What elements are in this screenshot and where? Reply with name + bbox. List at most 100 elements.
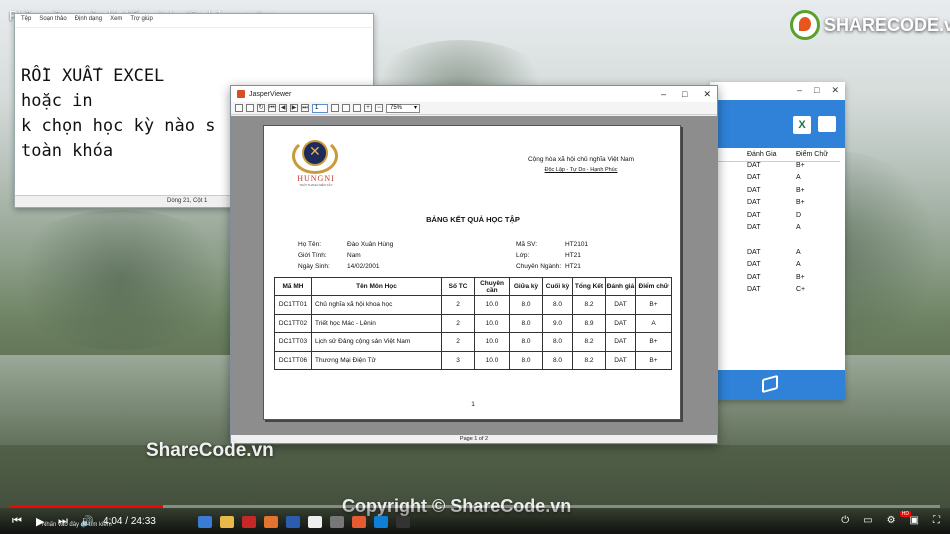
- reload-icon[interactable]: ↻: [257, 104, 265, 112]
- table-row[interactable]: DAT B+: [710, 199, 840, 211]
- column-header: Tên Môn Học: [311, 277, 442, 296]
- table-row[interactable]: DAT B+: [710, 187, 840, 199]
- notepad-menubar: Tệp Soạn thảo Định dạng Xem Trợ giúp: [15, 14, 373, 28]
- cell-letter-grade: D: [796, 211, 802, 219]
- table-row[interactable]: DAT A: [710, 174, 840, 186]
- fullscreen-icon[interactable]: ⛶: [933, 515, 940, 526]
- report-canvas[interactable]: HUNGNI THỜI THANH NIÊN XÂY Cộng hòa xã h…: [231, 116, 717, 435]
- print-icon[interactable]: [246, 104, 254, 112]
- nation-heading: Cộng hòa xã hội chủ nghĩa Việt Nam: [527, 156, 635, 163]
- next-page-icon[interactable]: ▶: [290, 104, 298, 112]
- cell-letter-grade: A: [635, 313, 672, 334]
- cell-evaluation: DAT: [747, 285, 761, 293]
- table-row[interactable]: [710, 236, 840, 248]
- previous-icon[interactable]: ⏮: [12, 515, 22, 528]
- table-row[interactable]: DAT B+: [710, 274, 840, 286]
- close-icon[interactable]: ✕: [831, 85, 839, 97]
- name-label: Họ Tên:: [298, 241, 322, 248]
- actual-size-icon[interactable]: [331, 104, 339, 112]
- cell-letter-grade: C+: [796, 285, 806, 293]
- captions-icon[interactable]: ▭: [863, 515, 872, 526]
- table-row[interactable]: DAT A: [710, 224, 840, 236]
- cell-course-name: Triết học Mác - Lênin: [311, 313, 442, 334]
- nation-motto: Độc Lập - Tự Do - Hạnh Phúc: [544, 167, 618, 173]
- table-row[interactable]: DAT B+: [710, 162, 840, 174]
- column-header: Mã MH: [274, 277, 312, 296]
- sharecode-brand: SHARECODE.vn: [790, 10, 950, 40]
- cell-evaluation: DAT: [605, 295, 636, 315]
- grades-table: Mã MH Tên Môn Học Số TC Chuyên cần Giữa …: [274, 277, 672, 371]
- dob-label: Ngày Sinh:: [298, 263, 330, 270]
- save-icon[interactable]: [235, 104, 243, 112]
- app-icon: [352, 516, 366, 528]
- maximize-icon[interactable]: □: [814, 85, 819, 97]
- cell-evaluation: DAT: [747, 174, 761, 182]
- column-header-letter-grade[interactable]: Điểm Chữ: [784, 151, 840, 161]
- cell-final: 8.0: [542, 332, 573, 352]
- excel-export-icon[interactable]: X: [793, 116, 811, 134]
- school-logo: HUNGNI THỜI THANH NIÊN XÂY: [288, 136, 344, 187]
- menu-help[interactable]: Trợ giúp: [130, 16, 152, 25]
- report-title: BẢNG KẾT QUẢ HỌC TẬP: [426, 215, 520, 224]
- menu-format[interactable]: Định dạng: [75, 16, 102, 25]
- name-value: Đào Xuân Hùng: [347, 241, 394, 248]
- cell-evaluation: DAT: [747, 273, 761, 281]
- fit-page-icon[interactable]: [342, 104, 350, 112]
- layers-icon[interactable]: [762, 374, 778, 394]
- miniplayer-icon[interactable]: ▣: [910, 515, 919, 526]
- cell-attendance: 10.0: [474, 350, 510, 371]
- grades-app-window: – □ ✕ X Đánh Gia Điểm Chữ DAT B+ DAT A DAT…: [710, 82, 845, 400]
- table-row[interactable]: DAT C+: [710, 286, 840, 298]
- cell-credits: 2: [441, 332, 475, 352]
- cell-credits: 2: [441, 295, 475, 315]
- column-header: Điểm chữ: [635, 277, 672, 296]
- taskbar-icons: [198, 516, 410, 528]
- maximize-icon[interactable]: □: [682, 89, 687, 100]
- taskbar-search-hint: Nhấn vào đây để tìm kiếm: [42, 522, 112, 528]
- app-icon: [242, 516, 256, 528]
- zoom-in-icon[interactable]: +: [364, 104, 372, 112]
- hd-badge: HD: [899, 511, 911, 517]
- table-row[interactable]: DAT A: [710, 249, 840, 261]
- menu-view[interactable]: Xem: [110, 16, 122, 25]
- autoplay-toggle-icon[interactable]: ⏻: [841, 515, 849, 526]
- gender-value: Nam: [347, 252, 361, 259]
- cell-course-name: Chủ nghĩa xã hội khoa học: [311, 295, 442, 315]
- app-icon: [330, 516, 344, 528]
- grades-table-header: Mã MH Tên Môn Học Số TC Chuyên cần Giữa …: [274, 277, 672, 296]
- settings-icon[interactable]: ⚙: [887, 515, 896, 526]
- column-header: Đánh giá: [605, 277, 636, 296]
- minimize-icon[interactable]: –: [797, 85, 802, 97]
- cell-letter-grade: B+: [635, 332, 672, 352]
- cell-attendance: 10.0: [474, 313, 510, 334]
- zoom-out-icon[interactable]: −: [375, 104, 383, 112]
- cell-total: 8.2: [572, 350, 606, 371]
- page-number-input[interactable]: 1: [312, 103, 328, 113]
- cell-total: 8.2: [572, 295, 606, 315]
- print-icon[interactable]: [818, 116, 836, 132]
- previous-page-icon[interactable]: ◀: [279, 104, 287, 112]
- cell-letter-grade: [784, 236, 840, 248]
- cell-evaluation: DAT: [747, 211, 761, 219]
- minimize-icon[interactable]: –: [661, 89, 666, 100]
- table-row: DC1TT01 Chủ nghĩa xã hội khoa học 2 10.0…: [274, 295, 672, 315]
- first-page-icon[interactable]: ⏮: [268, 104, 276, 112]
- cell-evaluation: [722, 236, 784, 248]
- table-row[interactable]: DAT A: [710, 261, 840, 273]
- cell-evaluation: DAT: [747, 261, 761, 269]
- zoom-select[interactable]: 75%: [386, 103, 420, 113]
- report-page: HUNGNI THỜI THANH NIÊN XÂY Cộng hòa xã h…: [263, 125, 681, 420]
- menu-file[interactable]: Tệp: [21, 16, 31, 25]
- column-header-evaluation[interactable]: Đánh Gia: [722, 151, 784, 161]
- menu-edit[interactable]: Soạn thảo: [39, 16, 66, 25]
- sharecode-logo-icon: [790, 10, 820, 40]
- app-icon: [198, 516, 212, 528]
- cell-final: 8.0: [542, 295, 573, 315]
- fit-width-icon[interactable]: [353, 104, 361, 112]
- table-row[interactable]: DAT D: [710, 212, 840, 224]
- close-icon[interactable]: ✕: [703, 89, 711, 100]
- last-page-icon[interactable]: ⏭: [301, 104, 309, 112]
- grades-app-table: Đánh Gia Điểm Chữ DAT B+ DAT A DAT B+ DAT B+…: [710, 148, 840, 298]
- app-icon: [264, 516, 278, 528]
- brand-text: SHARECODE.vn: [824, 14, 950, 35]
